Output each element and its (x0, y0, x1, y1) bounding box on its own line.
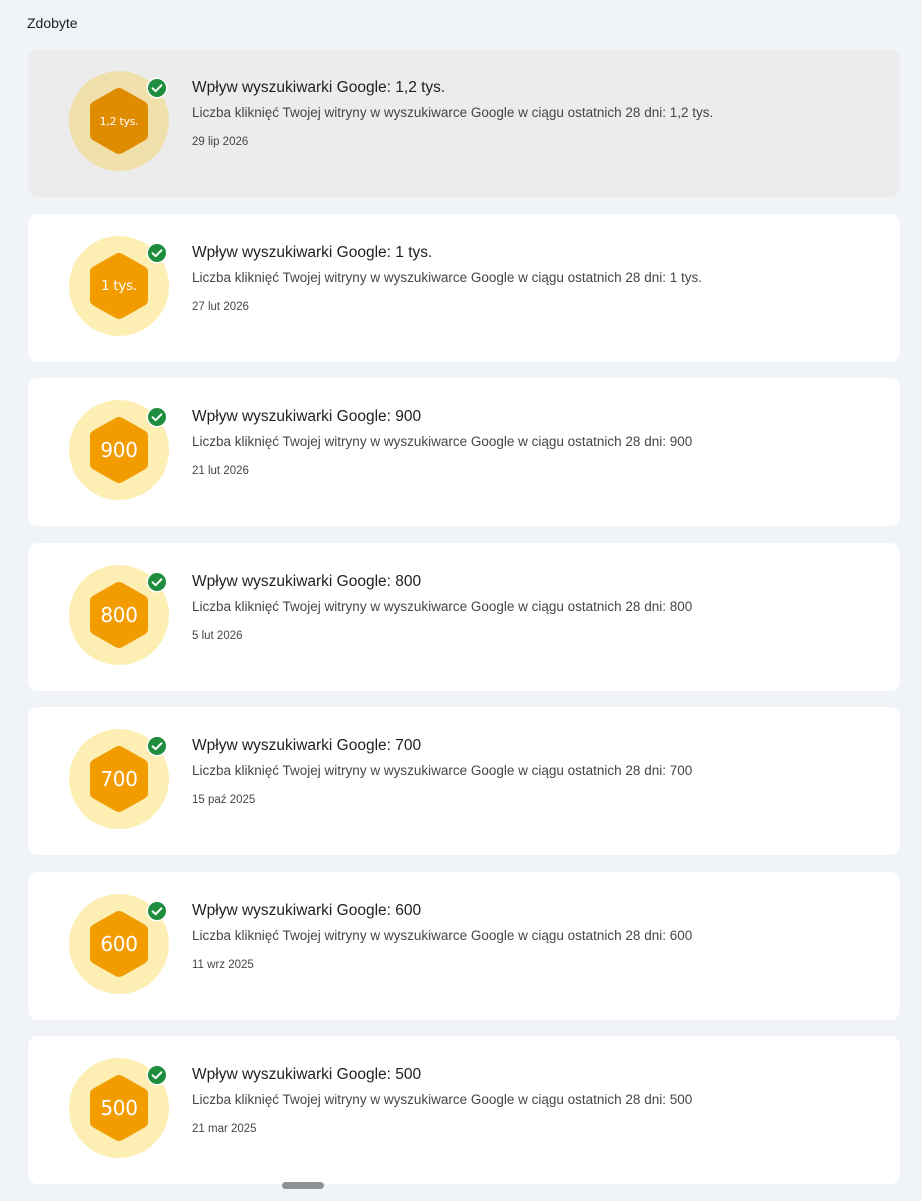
achievement-title: Wpływ wyszukiwarki Google: 800 (192, 572, 422, 590)
section-title: Zdobyte (27, 15, 78, 31)
achievement-title: Wpływ wyszukiwarki Google: 700 (192, 737, 422, 754)
achievement-description: Liczba kliknięć Twojej witryny w wyszuki… (192, 269, 702, 285)
achievement-date: 5 lut 2026 (192, 629, 243, 642)
achievement-text: Wpływ wyszukiwarki Google: 900 Liczba kl… (192, 407, 882, 478)
achievement-description: Liczba kliknięć Twojej witryny w wyszuki… (192, 763, 693, 778)
achievement-badge: 900 (69, 400, 169, 500)
achievement-badge: 700 (69, 729, 169, 829)
check-circle-icon (146, 77, 168, 99)
achievement-description: Liczba kliknięć Twojej witryny w wyszuki… (192, 105, 714, 120)
achievement-card[interactable]: 1 tys. Wpływ wyszukiwarki Google: 1 tys.… (28, 213, 900, 362)
scroll-handle[interactable] (282, 1182, 324, 1189)
achievement-description: Liczba kliknięć Twojej witryny w wyszuki… (192, 1092, 693, 1107)
achievement-title: Wpływ wyszukiwarki Google: 1,2 tys. (192, 79, 446, 96)
achievement-badge: 1,2 tys. (69, 71, 169, 171)
achievement-title: Wpływ wyszukiwarki Google: 900 (192, 408, 422, 425)
achievement-date: 29 lip 2026 (192, 136, 249, 148)
achievement-card[interactable]: 800 Wpływ wyszukiwarki Google: 800 Liczb… (28, 542, 900, 691)
achievement-text: Wpływ wyszukiwarki Google: 1 tys. Liczba… (192, 243, 882, 314)
check-circle-icon (146, 735, 168, 757)
achievement-title: Wpływ wyszukiwarki Google: 500 (192, 1066, 422, 1083)
achievement-text: Wpływ wyszukiwarki Google: 500 Liczba kl… (192, 1065, 882, 1136)
achievement-title: Wpływ wyszukiwarki Google: 600 (192, 901, 422, 919)
achievement-text: Wpływ wyszukiwarki Google: 800 Liczba kl… (192, 572, 882, 643)
achievement-badge: 600 (69, 893, 169, 994)
achievement-card[interactable]: 700 Wpływ wyszukiwarki Google: 700 Liczb… (28, 707, 900, 855)
achievement-date: 21 lut 2026 (192, 465, 249, 477)
achievement-date: 27 lut 2026 (192, 300, 249, 313)
check-circle-icon (146, 242, 168, 264)
achievement-description: Liczba kliknięć Twojej witryny w wyszuki… (192, 927, 693, 943)
achievement-date: 11 wrz 2025 (192, 958, 254, 971)
achievements-list: 1,2 tys. Wpływ wyszukiwarki Google: 1,2 … (28, 49, 900, 1201)
achievement-text: Wpływ wyszukiwarki Google: 1,2 tys. Licz… (192, 78, 882, 149)
achievement-description: Liczba kliknięć Twojej witryny w wyszuki… (192, 434, 693, 449)
achievement-date: 15 paź 2025 (192, 794, 256, 806)
achievement-text: Wpływ wyszukiwarki Google: 600 Liczba kl… (192, 901, 882, 972)
achievement-title: Wpływ wyszukiwarki Google: 1 tys. (192, 243, 433, 261)
achievement-card[interactable]: 900 Wpływ wyszukiwarki Google: 900 Liczb… (28, 378, 900, 526)
achievement-card[interactable]: 500 Wpływ wyszukiwarki Google: 500 Liczb… (28, 1036, 900, 1184)
check-circle-icon (146, 1064, 168, 1086)
check-circle-icon (146, 900, 168, 922)
achievement-card[interactable]: 600 Wpływ wyszukiwarki Google: 600 Liczb… (28, 871, 900, 1020)
achievement-badge: 500 (69, 1058, 169, 1158)
achievement-card[interactable]: 1,2 tys. Wpływ wyszukiwarki Google: 1,2 … (28, 49, 900, 197)
check-circle-icon (146, 406, 168, 428)
achievement-description: Liczba kliknięć Twojej witryny w wyszuki… (192, 598, 693, 614)
achievement-badge: 800 (69, 564, 169, 665)
achievement-badge: 1 tys. (69, 235, 169, 336)
achievement-date: 21 mar 2025 (192, 1123, 257, 1135)
achievement-text: Wpływ wyszukiwarki Google: 700 Liczba kl… (192, 736, 882, 807)
check-circle-icon (146, 571, 168, 593)
